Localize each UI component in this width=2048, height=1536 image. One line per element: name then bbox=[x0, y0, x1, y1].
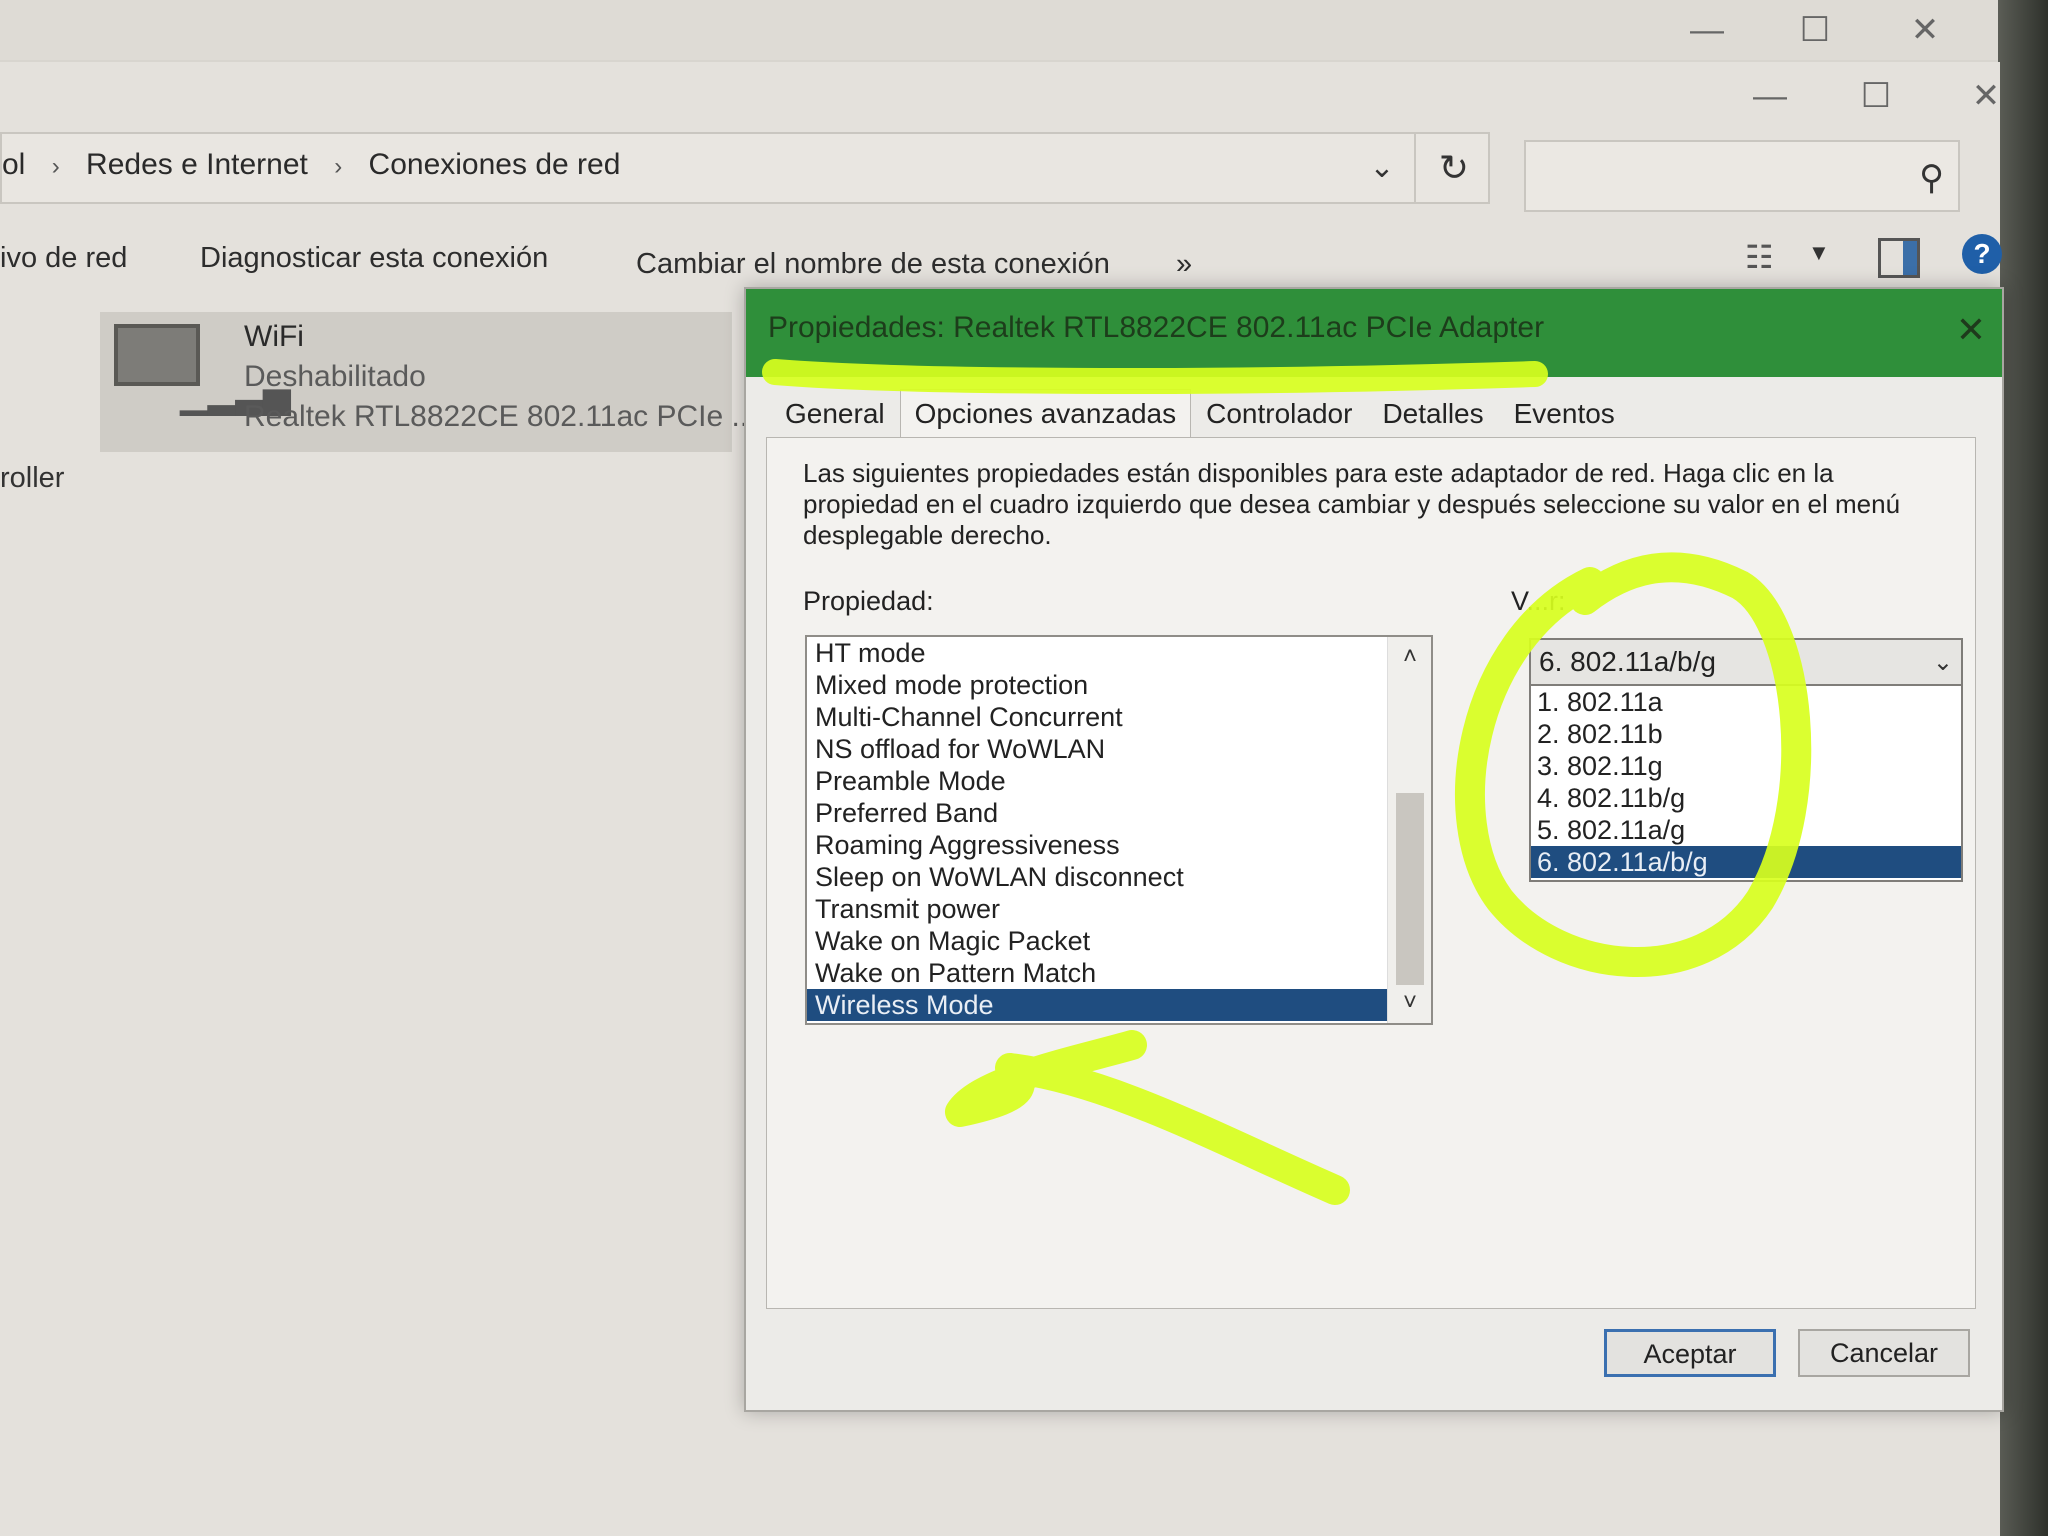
tab-opciones-avanzadas[interactable]: Opciones avanzadas bbox=[899, 389, 1192, 439]
explorer-titlebar: — ☐ ✕ bbox=[0, 62, 2000, 128]
adapter-properties-dialog: Propiedades: Realtek RTL8822CE 802.11ac … bbox=[744, 287, 2004, 1412]
dialog-tabs: General Opciones avanzadas Controlador Deta… bbox=[770, 389, 1630, 439]
value-dropdown-selected: 6. 802.11a/b/g bbox=[1539, 646, 1716, 677]
breadcrumb-redes-e-internet[interactable]: Redes e Internet bbox=[86, 148, 308, 181]
list-item[interactable]: Preamble Mode bbox=[807, 765, 1389, 797]
refresh-icon[interactable]: ↻ bbox=[1414, 134, 1492, 202]
outer-maximize-button[interactable]: ☐ bbox=[1790, 8, 1840, 52]
explorer-close-button[interactable]: ✕ bbox=[1958, 74, 2014, 118]
command-bar: ivo de red Diagnosticar esta conexión Ca… bbox=[0, 232, 2002, 292]
scroll-up-icon[interactable]: ˄ bbox=[1388, 637, 1432, 677]
chevron-down-icon[interactable]: ⌄ bbox=[1933, 648, 1953, 677]
breadcrumb: ol › Redes e Internet › Conexiones de re… bbox=[2, 148, 638, 182]
address-bar[interactable]: ol › Redes e Internet › Conexiones de re… bbox=[0, 132, 1490, 204]
property-scrollbar[interactable]: ˄ ˅ bbox=[1387, 637, 1431, 1023]
dialog-titlebar: Propiedades: Realtek RTL8822CE 802.11ac … bbox=[746, 289, 2002, 377]
list-item-selected[interactable]: Wireless Mode bbox=[807, 989, 1389, 1021]
list-item[interactable]: Multi-Channel Concurrent bbox=[807, 701, 1389, 733]
list-item[interactable]: Wake on Pattern Match bbox=[807, 957, 1389, 989]
dropdown-option[interactable]: 2. 802.11b bbox=[1531, 718, 1961, 750]
wifi-connection-item[interactable]: ▁▂▃▅ WiFi Deshabilitado Realtek RTL8822C… bbox=[100, 312, 757, 452]
explorer-minimize-button[interactable]: — bbox=[1742, 74, 1798, 118]
list-item[interactable]: NS offload for WoWLAN bbox=[807, 733, 1389, 765]
list-item[interactable]: HT mode bbox=[807, 637, 1389, 669]
chevron-down-icon[interactable]: ⌄ bbox=[1362, 148, 1402, 188]
dropdown-option[interactable]: 4. 802.11b/g bbox=[1531, 782, 1961, 814]
left-partial-text: roller bbox=[0, 462, 65, 494]
breadcrumb-conexiones-de-red[interactable]: Conexiones de red bbox=[369, 148, 621, 181]
desktop-background-edge bbox=[1998, 0, 2048, 1536]
explorer-maximize-button[interactable]: ☐ bbox=[1848, 74, 1904, 118]
list-item[interactable]: Sleep on WoWLAN disconnect bbox=[807, 861, 1389, 893]
disable-device-command[interactable]: ivo de red bbox=[0, 242, 127, 275]
advanced-options-panel: Las siguientes propiedades están disponi… bbox=[766, 437, 1976, 1309]
list-item[interactable]: Wake on Magic Packet bbox=[807, 925, 1389, 957]
list-item[interactable]: Mixed mode protection bbox=[807, 669, 1389, 701]
help-icon[interactable]: ? bbox=[1962, 234, 2002, 274]
tab-general[interactable]: General bbox=[770, 389, 900, 439]
dropdown-option[interactable]: 3. 802.11g bbox=[1531, 750, 1961, 782]
list-item[interactable]: Roaming Aggressiveness bbox=[807, 829, 1389, 861]
close-icon[interactable]: ✕ bbox=[1956, 309, 1986, 351]
panel-description: Las siguientes propiedades están disponi… bbox=[803, 458, 1901, 550]
outer-window-titlebar: — ☐ ✕ bbox=[0, 0, 2000, 60]
diagnose-connection-command[interactable]: Diagnosticar esta conexión bbox=[200, 242, 548, 275]
list-item[interactable]: Preferred Band bbox=[807, 797, 1389, 829]
search-input[interactable]: ⚲ bbox=[1524, 140, 1960, 212]
outer-minimize-button[interactable]: — bbox=[1682, 8, 1732, 52]
scroll-thumb[interactable] bbox=[1396, 793, 1424, 985]
connection-name: WiFi bbox=[244, 320, 304, 353]
rename-connection-command[interactable]: Cambiar el nombre de esta conexión bbox=[636, 248, 1110, 281]
tab-eventos[interactable]: Eventos bbox=[1499, 389, 1630, 439]
value-label: V...r: bbox=[1511, 586, 1566, 616]
chevron-right-icon[interactable]: › bbox=[334, 153, 342, 180]
list-item[interactable]: Transmit power bbox=[807, 893, 1389, 925]
ok-button[interactable]: Aceptar bbox=[1604, 1329, 1776, 1377]
property-listbox[interactable]: HT mode Mixed mode protection Multi-Chan… bbox=[805, 635, 1433, 1025]
connection-status: Deshabilitado bbox=[244, 360, 426, 393]
cancel-button[interactable]: Cancelar bbox=[1798, 1329, 1970, 1377]
network-adapter-icon: ▁▂▃▅ bbox=[114, 324, 291, 424]
more-commands-button[interactable]: » bbox=[1176, 248, 1192, 281]
view-options-icon[interactable]: ☷ bbox=[1745, 238, 1785, 278]
value-dropdown-options: 1. 802.11a 2. 802.11b 3. 802.11g 4. 802.… bbox=[1529, 686, 1963, 882]
tab-controlador[interactable]: Controlador bbox=[1191, 389, 1367, 439]
dropdown-option-selected[interactable]: 6. 802.11a/b/g bbox=[1531, 846, 1961, 878]
dropdown-option[interactable]: 5. 802.11a/g bbox=[1531, 814, 1961, 846]
chevron-right-icon[interactable]: › bbox=[52, 153, 60, 180]
scroll-down-icon[interactable]: ˅ bbox=[1388, 983, 1432, 1023]
dropdown-option[interactable]: 1. 802.11a bbox=[1531, 686, 1961, 718]
tab-detalles[interactable]: Detalles bbox=[1367, 389, 1498, 439]
view-dropdown-icon[interactable]: ▼ bbox=[1808, 240, 1830, 266]
outer-close-button[interactable]: ✕ bbox=[1900, 8, 1950, 52]
search-icon[interactable]: ⚲ bbox=[1919, 158, 1944, 198]
value-dropdown[interactable]: 6. 802.11a/b/g ⌄ bbox=[1529, 638, 1963, 686]
breadcrumb-partial[interactable]: ol bbox=[2, 148, 25, 181]
preview-pane-icon[interactable] bbox=[1878, 238, 1920, 278]
property-label: Propiedad: bbox=[803, 586, 934, 616]
dialog-title: Propiedades: Realtek RTL8822CE 802.11ac … bbox=[768, 311, 1545, 344]
connection-device: Realtek RTL8822CE 802.11ac PCIe ... bbox=[244, 400, 757, 433]
